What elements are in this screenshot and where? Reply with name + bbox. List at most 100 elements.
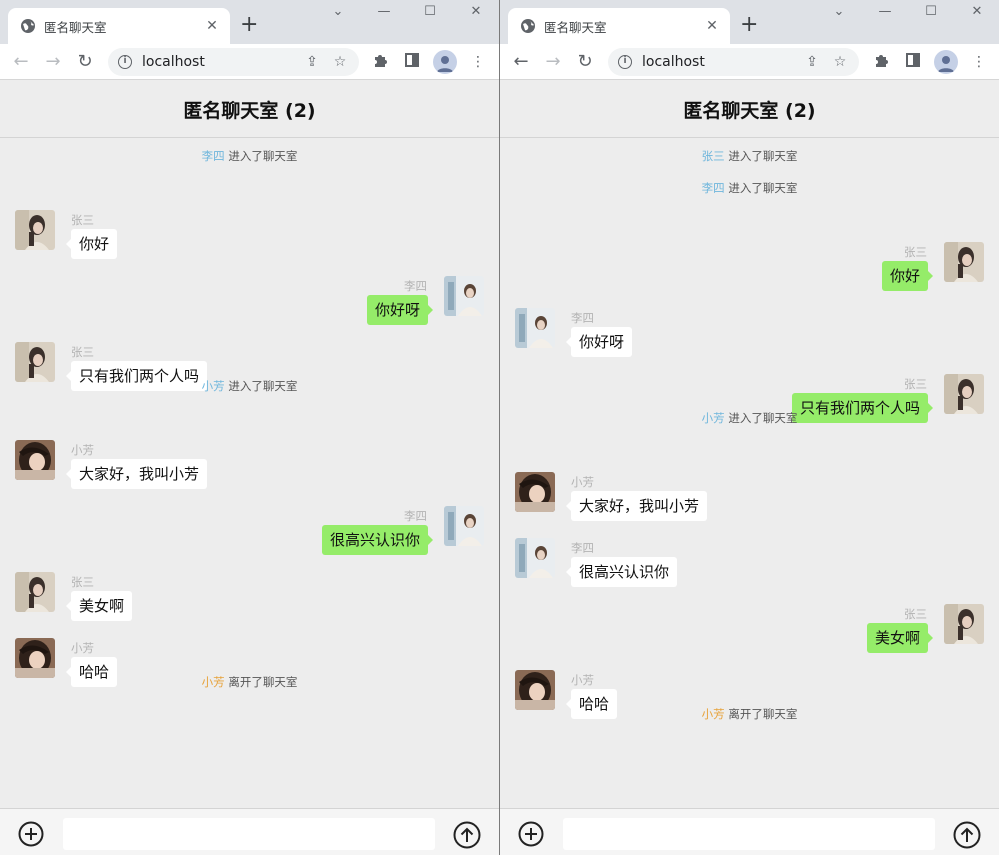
avatar[interactable] — [15, 210, 55, 250]
system-notice: 小芳 离开了聊天室 — [0, 674, 499, 690]
kebab-menu-icon[interactable]: ⋮ — [468, 52, 488, 72]
browser-tab[interactable]: 匿名聊天室 ✕ — [8, 8, 230, 44]
url-text[interactable]: localhost — [142, 54, 303, 70]
url-text[interactable]: localhost — [642, 54, 803, 70]
sender-name: 张三 — [71, 213, 94, 227]
chat-message-left: 张三你好 — [0, 210, 499, 262]
address-bar[interactable]: i localhost ⇪ ☆ — [608, 48, 859, 76]
reload-icon[interactable]: ↻ — [74, 51, 96, 73]
message-bubble[interactable]: 美女啊 — [65, 591, 133, 621]
browser-toolbar: ← → ↻ i localhost ⇪ ☆ ⋮ — [0, 44, 499, 80]
extensions-puzzle-icon[interactable] — [370, 52, 390, 72]
plus-circle-icon[interactable] — [18, 821, 44, 847]
system-notice: 小芳 离开了聊天室 — [500, 706, 999, 722]
message-input[interactable] — [563, 818, 935, 850]
forward-arrow-icon[interactable]: → — [542, 51, 564, 73]
avatar-xiaofang-image — [515, 472, 555, 512]
message-bubble[interactable]: 大家好，我叫小芳 — [65, 459, 208, 489]
close-tab-icon[interactable]: ✕ — [204, 18, 220, 34]
avatar-zhangsan-image — [944, 374, 984, 414]
profile-avatar-icon[interactable] — [934, 50, 958, 74]
avatar[interactable] — [15, 572, 55, 612]
close-window-icon[interactable]: ✕ — [466, 4, 486, 22]
close-tab-icon[interactable]: ✕ — [704, 18, 720, 34]
sender-name: 张三 — [71, 345, 94, 359]
message-bubble[interactable]: 大家好，我叫小芳 — [565, 491, 708, 521]
minimize-icon[interactable]: — — [875, 4, 895, 22]
send-arrow-up-icon[interactable] — [953, 821, 981, 849]
browser-tab[interactable]: 匿名聊天室 ✕ — [508, 8, 730, 44]
chat-message-right: 张三 美女啊 — [500, 604, 999, 656]
notice-text: 离开了聊天室 — [228, 675, 298, 689]
notice-username: 李四 — [201, 149, 225, 163]
avatar[interactable] — [944, 374, 984, 414]
info-icon[interactable]: i — [618, 55, 632, 69]
extensions-puzzle-icon[interactable] — [871, 52, 891, 72]
sender-name: 小芳 — [71, 641, 94, 655]
tab-search-chevron-icon[interactable]: ⌄ — [829, 4, 849, 22]
avatar[interactable] — [944, 242, 984, 282]
chat-header: 匿名聊天室 (2) — [0, 81, 499, 138]
share-icon[interactable]: ⇪ — [803, 54, 821, 70]
avatar[interactable] — [515, 670, 555, 710]
avatar[interactable] — [15, 638, 55, 678]
chat-title: 匿名聊天室 (2) — [683, 99, 816, 122]
message-bubble[interactable]: 你好呀 — [565, 327, 633, 357]
avatar[interactable] — [15, 440, 55, 480]
sender-name: 小芳 — [571, 475, 594, 489]
chat-message-right: 李四 很高兴认识你 — [0, 506, 499, 558]
avatar[interactable] — [444, 506, 484, 546]
system-notice: 小芳 进入了聊天室 — [0, 378, 499, 394]
avatar-xiaofang-image — [515, 670, 555, 710]
avatar[interactable] — [15, 342, 55, 382]
address-bar[interactable]: i localhost ⇪ ☆ — [108, 48, 359, 76]
back-arrow-icon[interactable]: ← — [10, 51, 32, 73]
tab-search-chevron-icon[interactable]: ⌄ — [328, 4, 348, 22]
message-bubble[interactable]: 你好 — [881, 261, 934, 291]
star-icon[interactable]: ☆ — [331, 54, 349, 70]
tab-title: 匿名聊天室 — [44, 19, 107, 35]
chat-header: 匿名聊天室 (2) — [500, 81, 999, 138]
notice-username: 小芳 — [701, 707, 725, 721]
minimize-icon[interactable]: — — [374, 4, 394, 22]
system-notice: 李四 进入了聊天室 — [500, 180, 999, 196]
side-panel-icon[interactable] — [402, 52, 422, 72]
notice-username: 小芳 — [701, 411, 725, 425]
avatar-lisi-image — [515, 538, 555, 578]
close-window-icon[interactable]: ✕ — [967, 4, 987, 22]
message-bubble[interactable]: 很高兴认识你 — [321, 525, 434, 555]
message-bubble[interactable]: 很高兴认识你 — [565, 557, 678, 587]
avatar[interactable] — [515, 472, 555, 512]
new-tab-plus-icon[interactable]: + — [240, 14, 258, 36]
sender-name: 张三 — [904, 245, 927, 259]
sender-name: 张三 — [71, 575, 94, 589]
tab-strip: 匿名聊天室 ✕ + ⌄ — ☐ ✕ — [0, 0, 499, 44]
avatar-lisi-image — [444, 506, 484, 546]
forward-arrow-icon[interactable]: → — [42, 51, 64, 73]
message-bubble[interactable]: 美女啊 — [866, 623, 934, 653]
new-tab-plus-icon[interactable]: + — [740, 14, 758, 36]
message-input[interactable] — [63, 818, 435, 850]
maximize-icon[interactable]: ☐ — [921, 4, 941, 22]
back-arrow-icon[interactable]: ← — [510, 51, 532, 73]
sender-name: 小芳 — [71, 443, 94, 457]
message-bubble[interactable]: 你好 — [65, 229, 118, 259]
avatar[interactable] — [515, 538, 555, 578]
send-arrow-up-icon[interactable] — [453, 821, 481, 849]
avatar[interactable] — [444, 276, 484, 316]
profile-avatar-icon[interactable] — [433, 50, 457, 74]
kebab-menu-icon[interactable]: ⋮ — [969, 52, 989, 72]
notice-username: 李四 — [701, 181, 725, 195]
avatar[interactable] — [944, 604, 984, 644]
info-icon[interactable]: i — [118, 55, 132, 69]
reload-icon[interactable]: ↻ — [574, 51, 596, 73]
avatar-zhangsan-image — [15, 210, 55, 250]
avatar[interactable] — [515, 308, 555, 348]
avatar-zhangsan-image — [15, 342, 55, 382]
star-icon[interactable]: ☆ — [831, 54, 849, 70]
message-bubble[interactable]: 你好呀 — [366, 295, 434, 325]
plus-circle-icon[interactable] — [518, 821, 544, 847]
share-icon[interactable]: ⇪ — [303, 54, 321, 70]
maximize-icon[interactable]: ☐ — [420, 4, 440, 22]
side-panel-icon[interactable] — [903, 52, 923, 72]
